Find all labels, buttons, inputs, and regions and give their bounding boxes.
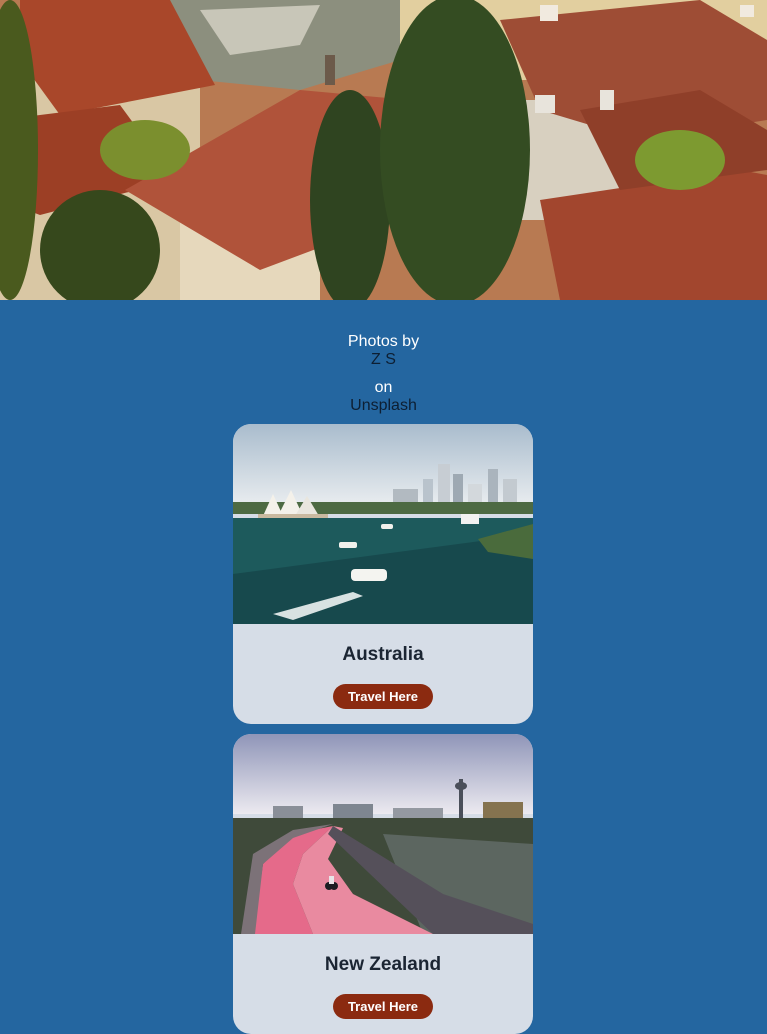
card-title: New Zealand	[324, 954, 442, 975]
travel-here-button[interactable]: Travel Here	[333, 994, 433, 1019]
card-title: Australia	[342, 644, 424, 665]
travel-here-button[interactable]: Travel Here	[333, 684, 433, 709]
photo-credit: Photos by Z S on Unsplash	[0, 333, 767, 415]
destination-card-australia: Australia Travel Here	[233, 424, 533, 724]
new-zealand-image	[233, 734, 533, 934]
hero-image	[0, 0, 767, 300]
credit-middle: on	[374, 379, 393, 396]
credit-site-link[interactable]: Unsplash	[0, 397, 767, 415]
credit-author-link[interactable]: Z S	[0, 351, 767, 369]
australia-image	[233, 424, 533, 624]
credit-prefix: Photos by	[347, 333, 420, 350]
destination-card-new-zealand: New Zealand Travel Here	[233, 734, 533, 1034]
